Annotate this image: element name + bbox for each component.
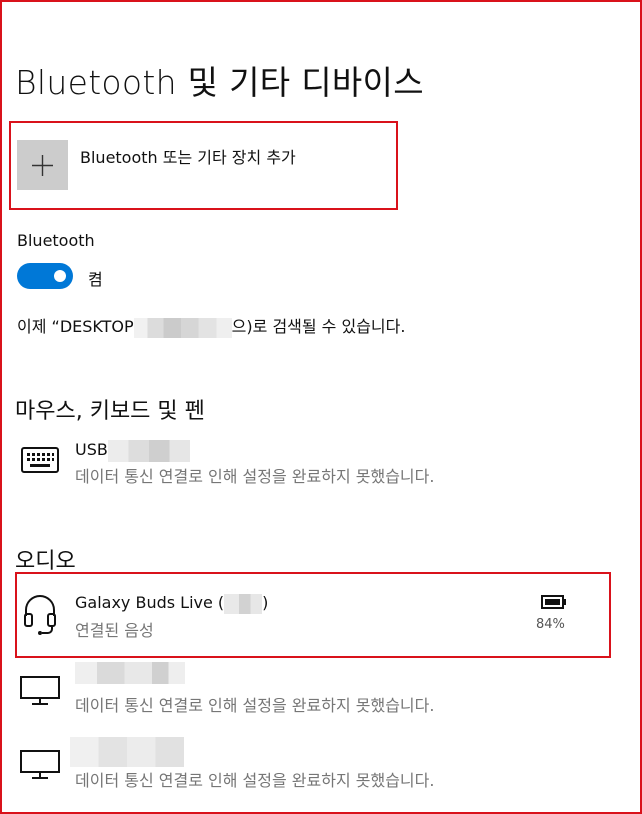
device-status-monitor-1: 데이터 통신 연결로 인해 설정을 완료하지 못했습니다. [75,696,435,715]
device-status-galaxy-buds: 연결된 음성 [75,621,154,640]
galaxy-buds-name-suffix: ) [262,593,269,612]
redacted-device-name [133,317,232,338]
discoverable-prefix: 이제 “DESKTOP [17,317,134,336]
device-name-galaxy-buds[interactable]: Galaxy Buds Live () [75,593,268,614]
page-title: Bluetooth 및 기타 디바이스 [15,63,424,102]
add-device-label[interactable]: Bluetooth 또는 기타 장치 추가 [80,144,296,168]
section-title-mouse-keyboard-pen: 마우스, 키보드 및 펜 [15,399,205,424]
redacted-device-name [108,440,190,462]
bluetooth-toggle-state: 켬 [88,270,103,289]
headset-icon [24,595,56,635]
battery-percentage: 84% [536,617,565,632]
plus-icon [32,155,53,176]
redacted-device-name [75,662,185,684]
redacted-device-name [70,737,184,767]
device-status-usb: 데이터 통신 연결로 인해 설정을 완료하지 못했습니다. [75,467,435,486]
bluetooth-label: Bluetooth [17,231,95,250]
discoverable-text: 이제 “DESKTOP 으)로 검색될 수 있습니다. [17,313,405,338]
battery-icon [541,595,566,609]
bluetooth-toggle[interactable] [17,263,73,289]
monitor-icon [20,676,60,705]
selected-device-highlight [15,572,611,658]
redacted-device-suffix [224,593,263,614]
keyboard-icon [21,447,59,473]
discoverable-suffix: 으)로 검색될 수 있습니다. [231,317,406,336]
section-title-audio: 오디오 [15,549,76,574]
monitor-icon [20,750,60,779]
device-status-monitor-2: 데이터 통신 연결로 인해 설정을 완료하지 못했습니다. [75,771,435,790]
toggle-knob [54,270,66,282]
galaxy-buds-name: Galaxy Buds Live ( [75,593,225,612]
device-name-usb[interactable]: USB [75,440,108,459]
add-device-button[interactable] [17,140,68,190]
